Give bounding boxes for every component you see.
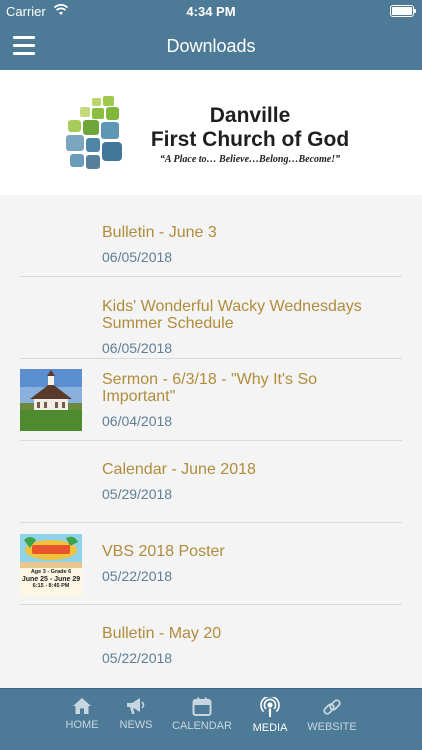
item-title: Calendar - June 2018 bbox=[102, 461, 256, 478]
tab-news[interactable]: NEWS bbox=[112, 689, 160, 750]
church-name-line2: First Church of God bbox=[150, 128, 350, 151]
home-icon bbox=[73, 698, 91, 714]
item-date: 05/29/2018 bbox=[102, 486, 173, 502]
item-date: 05/22/2018 bbox=[102, 568, 173, 584]
sermon-thumbnail bbox=[20, 369, 82, 431]
tab-calendar[interactable]: CALENDAR bbox=[166, 689, 238, 750]
tab-website-label: WEBSITE bbox=[307, 721, 357, 733]
item-date: 06/04/2018 bbox=[102, 413, 173, 429]
church-name: Danville First Church of God bbox=[140, 104, 360, 152]
vbs-poster-thumbnail: Age 3 - Grade 6 June 25 - June 29 6:15 -… bbox=[20, 534, 82, 596]
list-item[interactable]: Calendar - June 2018 05/29/2018 bbox=[0, 441, 422, 523]
church-building-image bbox=[20, 369, 82, 431]
navigation-bar: Downloads bbox=[0, 22, 422, 70]
item-title: Bulletin - May 20 bbox=[102, 625, 222, 642]
item-title: Bulletin - June 3 bbox=[102, 224, 217, 241]
podcast-icon bbox=[260, 697, 280, 717]
vbs-poster-dates: June 25 - June 29 bbox=[21, 576, 81, 583]
battery-icon bbox=[390, 5, 416, 17]
tab-news-label: NEWS bbox=[119, 719, 153, 731]
status-bar: Carrier 4:34 PM bbox=[0, 0, 422, 22]
church-logo-icon bbox=[66, 96, 122, 169]
tab-home-label: HOME bbox=[65, 719, 99, 731]
tab-calendar-label: CALENDAR bbox=[172, 720, 232, 732]
list-item[interactable]: Sermon - 6/3/18 - "Why It's So Important… bbox=[0, 359, 422, 441]
clock: 4:34 PM bbox=[186, 4, 236, 19]
item-date: 06/05/2018 bbox=[102, 249, 173, 265]
tab-home[interactable]: HOME bbox=[56, 689, 108, 750]
vbs-poster-grades: Age 3 - Grade 6 bbox=[30, 569, 72, 575]
item-title: VBS 2018 Poster bbox=[102, 543, 225, 560]
downloads-list: Bulletin - June 3 06/05/2018 Kids' Wonde… bbox=[0, 195, 422, 688]
calendar-icon bbox=[192, 697, 212, 716]
vbs-poster-art bbox=[20, 534, 82, 568]
tab-media[interactable]: MEDIA bbox=[244, 689, 296, 750]
tab-media-label: MEDIA bbox=[252, 722, 288, 734]
item-title: Kids' Wonderful Wacky Wednesdays Summer … bbox=[102, 298, 362, 332]
list-item[interactable]: Age 3 - Grade 6 June 25 - June 29 6:15 -… bbox=[0, 523, 422, 605]
list-item[interactable]: Bulletin - May 20 05/22/2018 bbox=[0, 605, 422, 687]
link-icon bbox=[323, 699, 341, 715]
tab-website[interactable]: WEBSITE bbox=[302, 689, 362, 750]
church-tagline: “A Place to… Believe…Belong…Become!” bbox=[159, 154, 341, 165]
list-item[interactable]: Kids' Wonderful Wacky Wednesdays Summer … bbox=[0, 277, 422, 359]
church-name-line1: Danville bbox=[209, 104, 291, 127]
vbs-poster-time: 6:15 - 8:45 PM bbox=[32, 583, 70, 589]
item-date: 06/05/2018 bbox=[102, 340, 173, 356]
page-title: Downloads bbox=[166, 36, 256, 56]
item-date: 05/22/2018 bbox=[102, 650, 173, 666]
list-item[interactable]: Bulletin - June 3 06/05/2018 bbox=[0, 195, 422, 277]
item-title: Sermon - 6/3/18 - "Why It's So Important… bbox=[102, 371, 318, 405]
megaphone-icon bbox=[127, 698, 145, 714]
church-logo-banner: Danville First Church of God “A Place to… bbox=[0, 70, 422, 195]
bottom-tab-bar: HOME NEWS CALENDAR MEDIA WEBSITE bbox=[0, 688, 422, 750]
